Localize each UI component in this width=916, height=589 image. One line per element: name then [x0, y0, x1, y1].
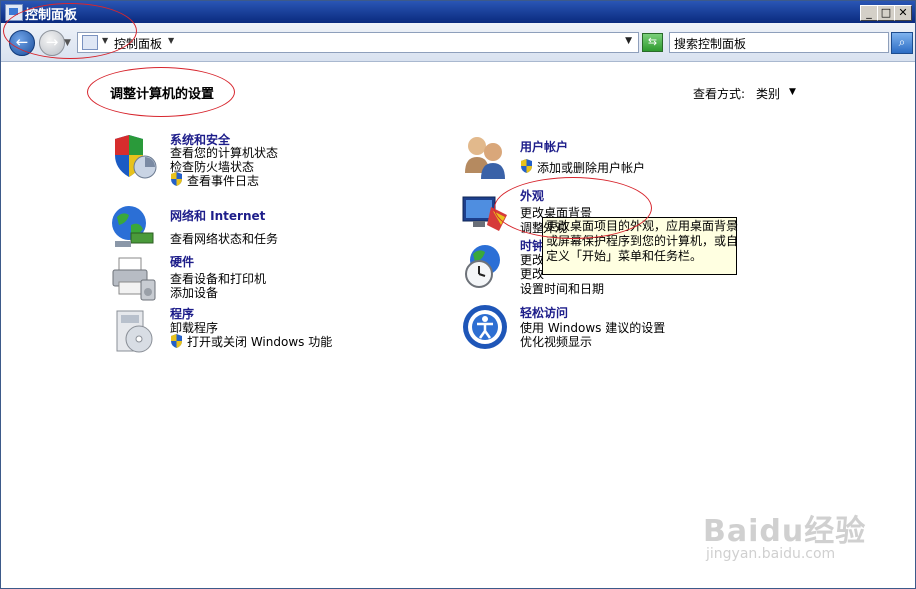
- address-dropdown-icon[interactable]: ▼: [625, 36, 632, 46]
- refresh-button[interactable]: ⇆: [642, 33, 663, 52]
- ease-of-access-icon[interactable]: [461, 303, 509, 351]
- link-view-event-log[interactable]: 查看事件日志: [187, 172, 259, 189]
- view-by-select[interactable]: 类别: [756, 85, 780, 102]
- uac-shield-icon: [171, 334, 182, 348]
- close-button[interactable]: ✕: [894, 5, 912, 21]
- annotation-ellipse: [87, 67, 235, 117]
- user-accounts-icon[interactable]: [461, 133, 509, 181]
- system-security-icon[interactable]: [109, 133, 157, 181]
- chevron-down-icon[interactable]: ▼: [168, 36, 174, 45]
- category-hardware[interactable]: 硬件: [170, 253, 194, 270]
- clock-globe-icon[interactable]: [461, 242, 509, 290]
- link-optimize-display[interactable]: 优化视频显示: [520, 333, 592, 350]
- link-add-remove-user[interactable]: 添加或删除用户帐户: [537, 159, 645, 176]
- control-panel-window: 控制面板 _ □ ✕ ← → ▼ ▼ 控制面板 ▼ ▼ ⇆ 搜索控制面板 ⌕ 调…: [0, 0, 916, 589]
- network-globe-icon[interactable]: [109, 203, 157, 251]
- search-input[interactable]: 搜索控制面板: [669, 32, 889, 53]
- link-view-network-status[interactable]: 查看网络状态和任务: [170, 230, 278, 247]
- minimize-button[interactable]: _: [860, 5, 878, 21]
- search-icon[interactable]: ⌕: [891, 32, 913, 54]
- watermark-url: jingyan.baidu.com: [706, 546, 836, 562]
- category-user-accounts[interactable]: 用户帐户: [520, 138, 568, 155]
- tooltip-line: 定义「开始」菜单和任务栏。: [546, 249, 703, 263]
- address-bar: ← → ▼ ▼ 控制面板 ▼ ▼ ⇆ 搜索控制面板 ⌕: [1, 23, 915, 62]
- search-placeholder: 搜索控制面板: [674, 37, 747, 51]
- title-bar[interactable]: 控制面板 _ □ ✕: [1, 1, 915, 23]
- chevron-down-icon[interactable]: ▼: [789, 87, 796, 97]
- view-by-label: 查看方式:: [693, 87, 746, 101]
- link-set-time-date[interactable]: 设置时间和日期: [520, 280, 604, 297]
- programs-icon[interactable]: [109, 307, 157, 355]
- annotation-ellipse: [3, 3, 137, 59]
- address-box[interactable]: ▼ 控制面板 ▼ ▼: [77, 32, 639, 53]
- link-windows-features[interactable]: 打开或关闭 Windows 功能: [187, 333, 332, 350]
- watermark-logo: Baidu经验: [703, 514, 867, 549]
- link-add-device[interactable]: 添加设备: [170, 284, 218, 301]
- category-network-internet[interactable]: 网络和 Internet: [170, 207, 265, 224]
- uac-shield-icon: [171, 172, 182, 186]
- maximize-button[interactable]: □: [877, 5, 895, 21]
- uac-shield-icon: [521, 159, 532, 173]
- annotation-ellipse: [494, 177, 652, 239]
- printer-icon[interactable]: [109, 254, 157, 302]
